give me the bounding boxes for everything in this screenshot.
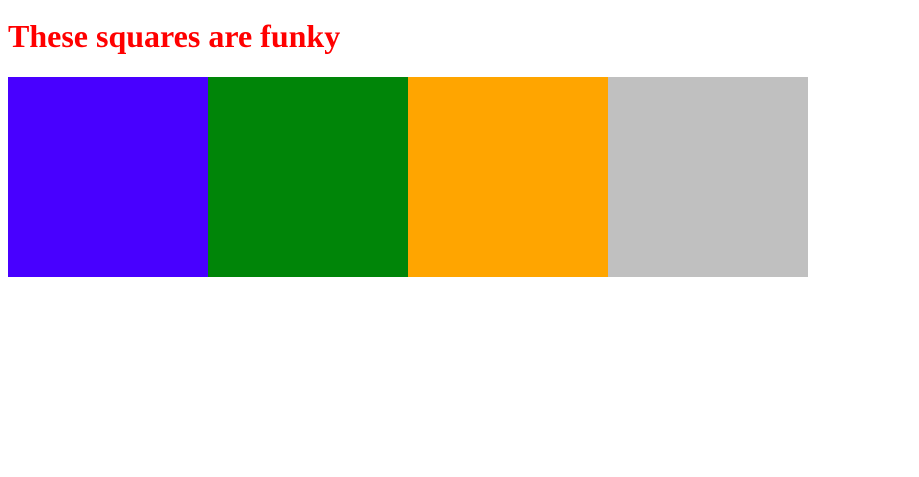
- square-silver: [608, 77, 808, 277]
- page: These squares are funky: [0, 0, 919, 477]
- square-orange: [408, 77, 608, 277]
- square-purple: [8, 77, 208, 277]
- square-green: [208, 77, 408, 277]
- page-title: These squares are funky: [8, 18, 341, 54]
- squares-row: [8, 77, 911, 277]
